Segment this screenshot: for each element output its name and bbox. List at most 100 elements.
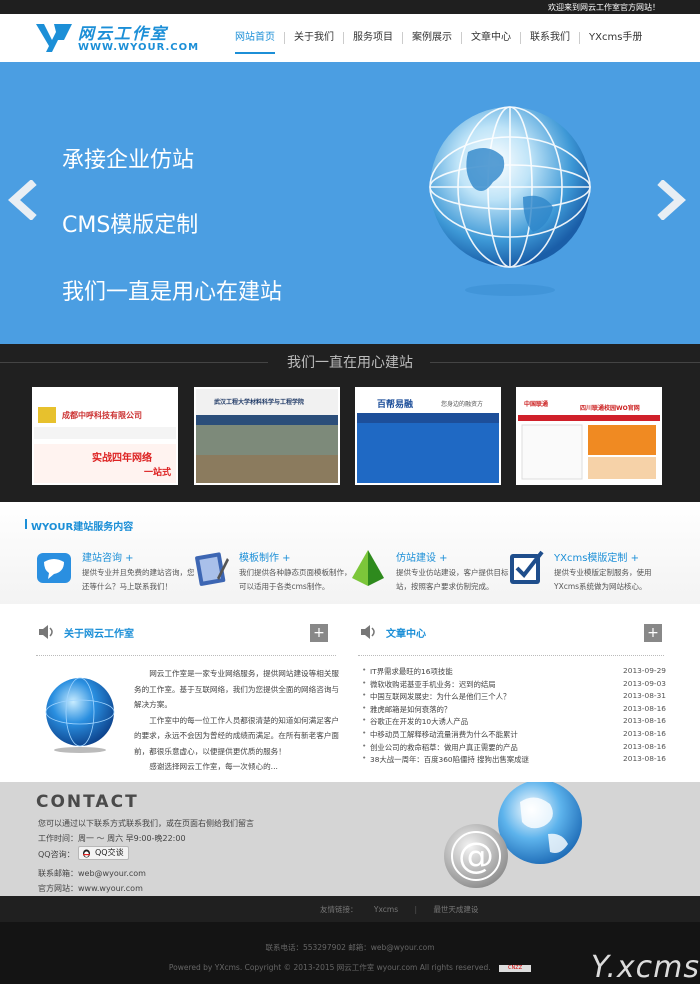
about-title: 关于网云工作室 bbox=[64, 629, 134, 640]
news-item-date: 2013-08-16 bbox=[623, 754, 666, 764]
service-clone-title: 仿站建设 + bbox=[396, 553, 448, 564]
news-item[interactable]: 谷歌正在开发的10大诱人产品 2013-08-16 bbox=[360, 715, 666, 729]
news-more-button[interactable]: + bbox=[644, 624, 662, 642]
service-template[interactable]: 模板制作 + 我们提供各种静态页面模板制作，可以适用于各类cms制作。 bbox=[191, 546, 352, 602]
news-item[interactable]: 中国互联网发展史：为什么是他们三个人？ 2013-08-31 bbox=[360, 690, 666, 704]
news-item-date: 2013-09-29 bbox=[623, 666, 666, 675]
chevron-left-icon[interactable] bbox=[6, 180, 42, 220]
case-thumb-4-subtitle: 四川联通校园WO官网 bbox=[580, 405, 640, 412]
news-item-title[interactable]: 中移动员工解释移动流量消费为什么不能累计 bbox=[370, 730, 518, 739]
logo-chinese-name: 网云工作室 bbox=[78, 24, 169, 43]
banner-line-1: 承接企业仿站 bbox=[62, 148, 195, 173]
logo-domain: WWW.WYOUR.COM bbox=[78, 42, 200, 53]
contact-section: CONTACT 您可以通过以下联系方式联系我们，或在页面右侧给我们留言 工作时间… bbox=[0, 782, 700, 896]
case-thumb-1[interactable]: 成都中呼科技有限公司 实战四年网络 一站式 bbox=[32, 387, 178, 485]
news-item-title[interactable]: 微软收购诺基亚手机业务：迟到的结局 bbox=[370, 680, 496, 689]
welcome-text: 欢迎来到网云工作室官方网站！ bbox=[548, 3, 660, 12]
pyramid-icon bbox=[352, 550, 384, 586]
news-item-date: 2013-08-16 bbox=[623, 741, 666, 751]
site-logo[interactable]: 网云工作室 WWW.WYOUR.COM bbox=[34, 18, 204, 58]
svg-text:@: @ bbox=[458, 836, 494, 877]
news-item-date: 2013-08-16 bbox=[623, 728, 666, 738]
news-item-title[interactable]: 谷歌正在开发的10大诱人产品 bbox=[370, 717, 468, 726]
case-thumb-1-slogan: 实战四年网络 bbox=[92, 453, 152, 464]
info-panels: 关于网云工作室 + 网云工作室是一家专业网络服务，提供网站建设等相关服务的工作室… bbox=[0, 604, 700, 782]
service-consulting[interactable]: 建站咨询 + 提供专业并且免费的建站咨询，您还等什么？马上联系我们！ bbox=[34, 546, 195, 602]
globe-icon bbox=[45, 677, 115, 753]
friendly-links-label: 友情链接： bbox=[320, 905, 358, 914]
friendly-links: 友情链接： Yxcms | 最世天成建设 bbox=[320, 904, 492, 915]
news-item-title[interactable]: 雅虎邮箱是如何衰落的？ bbox=[370, 705, 451, 714]
nav-about[interactable]: 关于我们 bbox=[285, 14, 343, 62]
chevron-right-icon[interactable] bbox=[652, 180, 688, 220]
service-consulting-title: 建站咨询 + bbox=[82, 553, 134, 564]
news-item[interactable]: 38大战一周年：百度360陷僵持 搜狗出售案成谜 2013-08-16 bbox=[360, 753, 666, 767]
qq-penguin-icon bbox=[83, 849, 90, 858]
case-thumb-1-slogan-2: 一站式 bbox=[144, 468, 172, 478]
banner-line-2: CMS模版定制 bbox=[62, 213, 199, 238]
service-yxcms-desc: 提供专业模版定制服务，使用YXcms系统做为网站核心。 bbox=[554, 568, 652, 591]
news-item-date: 2013-08-31 bbox=[623, 691, 666, 701]
email-globe-icon: @ bbox=[444, 782, 582, 888]
news-item-date: 2013-08-16 bbox=[623, 703, 666, 713]
about-text: 网云工作室是一家专业网络服务，提供网站建设等相关服务的工作室。基于互联网络，我们… bbox=[134, 666, 340, 775]
contact-heading: CONTACT bbox=[36, 792, 139, 812]
case-thumb-2-title: 武汉工程大学材料科学与工程学院 bbox=[214, 399, 305, 406]
news-item[interactable]: 微软收购诺基亚手机业务：迟到的结局 2013-09-03 bbox=[360, 678, 666, 692]
main-nav: 网站首页 关于我们 服务项目 案例展示 文章中心 联系我们 YXcms手册 bbox=[226, 14, 651, 62]
service-template-desc: 我们提供各种静态页面模板制作，可以适用于各类cms制作。 bbox=[239, 568, 352, 591]
news-item[interactable]: 创业公司的救命稻草：做用户真正需要的产品 2013-08-16 bbox=[360, 741, 666, 755]
nav-manual[interactable]: YXcms手册 bbox=[580, 14, 651, 62]
top-bar: 欢迎来到网云工作室官方网站！ bbox=[0, 0, 700, 14]
qq-chat-button-label: QQ交谈 bbox=[95, 848, 124, 857]
case-thumb-3-subtitle: 您身边的融资方 bbox=[441, 401, 484, 408]
checkbox-icon bbox=[510, 550, 544, 584]
qq-chat-button[interactable]: QQ交谈 bbox=[78, 846, 129, 860]
news-item-date: 2013-09-03 bbox=[623, 678, 666, 688]
site-header: 网云工作室 WWW.WYOUR.COM 网站首页 关于我们 服务项目 案例展示 … bbox=[0, 14, 700, 62]
hero-banner: 承接企业仿站 CMS模版定制 我们一直是用心在建站 bbox=[0, 62, 700, 344]
nav-services[interactable]: 服务项目 bbox=[344, 14, 402, 62]
speaker-icon bbox=[39, 625, 53, 639]
about-paragraph-3: 感谢选择网云工作室，每一次倾心的... bbox=[149, 762, 278, 771]
friendly-link[interactable]: Yxcms bbox=[374, 905, 398, 914]
footer-copyright: Powered by YXcms. Copyright © 2013-2015 … bbox=[168, 963, 491, 972]
news-list: IT界需求最旺的16项技能 2013-09-29 微软收购诺基亚手机业务：迟到的结… bbox=[360, 665, 666, 767]
news-item[interactable]: 雅虎邮箱是如何衰落的？ 2013-08-16 bbox=[360, 703, 666, 717]
news-panel-header: 文章中心 bbox=[358, 620, 664, 642]
nav-contact[interactable]: 联系我们 bbox=[521, 14, 579, 62]
service-yxcms[interactable]: YXcms模版定制 + 提供专业模版定制服务，使用YXcms系统做为网站核心。 bbox=[506, 546, 666, 602]
nav-home[interactable]: 网站首页 bbox=[226, 14, 284, 62]
news-item[interactable]: IT界需求最旺的16项技能 2013-09-29 bbox=[360, 665, 666, 679]
news-item-title[interactable]: 创业公司的救命稻草：做用户真正需要的产品 bbox=[370, 743, 518, 752]
showcase-rule-right bbox=[430, 362, 700, 363]
news-item-title[interactable]: IT界需求最旺的16项技能 bbox=[370, 667, 453, 676]
contact-qq-label: QQ咨询： bbox=[38, 850, 75, 859]
case-thumb-4[interactable]: 中国联通 四川联通校园WO官网 bbox=[516, 387, 662, 485]
case-thumb-4-title: 中国联通 bbox=[524, 401, 549, 408]
service-clone-desc: 提供专业仿站建设，客户提供目标站，按照客户要求仿制完成。 bbox=[396, 568, 509, 591]
case-thumb-3[interactable]: 百帮易融 您身边的融资方 bbox=[355, 387, 501, 485]
contact-email: 联系邮箱：web@wyour.com bbox=[38, 869, 146, 878]
globe-icon bbox=[429, 106, 591, 296]
banner-line-3: 我们一直是用心在建站 bbox=[62, 280, 283, 305]
contact-intro: 您可以通过以下联系方式联系我们，或在页面右侧给我们留言 bbox=[38, 819, 254, 828]
yxcms-brand-logo: Y.xcms bbox=[590, 950, 700, 984]
link-separator: | bbox=[414, 905, 418, 914]
nav-articles[interactable]: 文章中心 bbox=[462, 14, 520, 62]
about-more-button[interactable]: + bbox=[310, 624, 328, 642]
case-thumb-2[interactable]: 武汉工程大学材料科学与工程学院 bbox=[194, 387, 340, 485]
contact-hours: 工作时间：周一 ～ 周六 早9:00-晚22:00 bbox=[38, 834, 186, 843]
nav-cases[interactable]: 案例展示 bbox=[403, 14, 461, 62]
about-paragraph-1: 网云工作室是一家专业网络服务，提供网站建设等相关服务的工作室。基于互联网络，我们… bbox=[134, 669, 340, 709]
services-title: WYOUR建站服务内容 bbox=[24, 518, 133, 533]
services-section: WYOUR建站服务内容 建站咨询 + 提供专业并且免费的建站咨询，您还等什么？马… bbox=[0, 502, 700, 604]
friendly-link[interactable]: 最世天成建设 bbox=[433, 905, 478, 914]
news-item-title[interactable]: 38大战一周年：百度360陷僵持 搜狗出售案成谜 bbox=[370, 755, 529, 764]
service-clone[interactable]: 仿站建设 + 提供专业仿站建设，客户提供目标站，按照客户要求仿制完成。 bbox=[348, 546, 509, 602]
news-item[interactable]: 中移动员工解释移动流量消费为什么不能累计 2013-08-16 bbox=[360, 728, 666, 742]
notebook-icon bbox=[195, 552, 229, 586]
case-showcase: 我们一直在用心建站 成都中呼科技有限公司 实战四年网络 一站式 武汉工程大学材料… bbox=[0, 344, 700, 502]
news-item-title[interactable]: 中国互联网发展史：为什么是他们三个人？ bbox=[370, 692, 510, 701]
cnzz-badge[interactable]: CNZZ bbox=[499, 964, 532, 972]
